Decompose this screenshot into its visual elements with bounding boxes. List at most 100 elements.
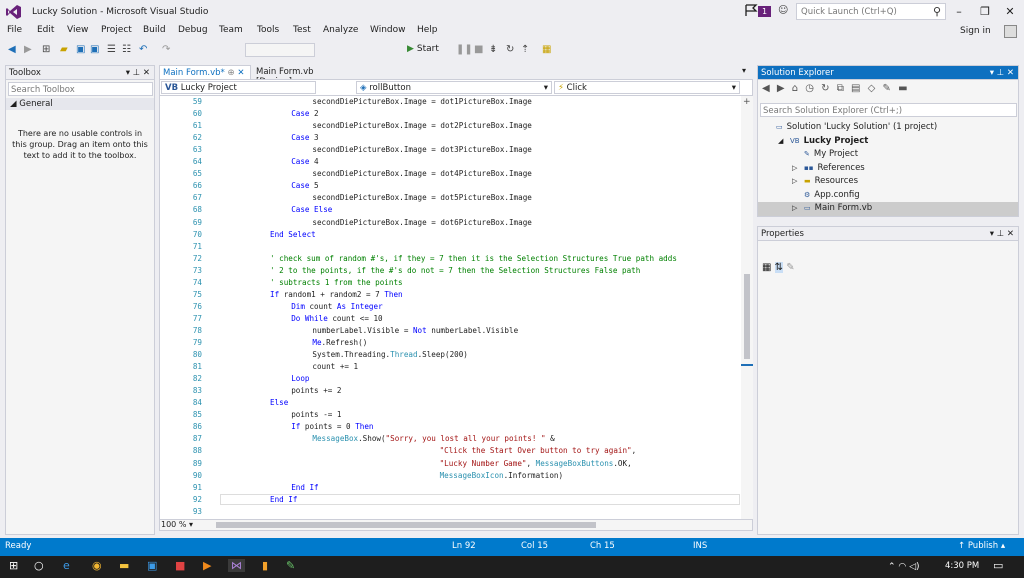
tab-main-form-design[interactable]: Main Form.vb [Design]	[253, 65, 353, 87]
tree-item[interactable]: ▷ ▪▪ References	[792, 163, 865, 173]
windows-start-icon[interactable]: ⊞	[9, 559, 18, 572]
line-number: 65	[192, 169, 202, 179]
zoom-level-select[interactable]: 100 % ▾	[161, 520, 203, 530]
menu-view[interactable]: View	[67, 25, 88, 35]
tree-item[interactable]: ▭ Solution 'Lucky Solution' (1 project)	[764, 122, 937, 132]
sign-in-link[interactable]: Sign in	[960, 26, 991, 36]
uncomment-icon[interactable]: ☷	[122, 44, 131, 55]
menu-tools[interactable]: Tools	[257, 25, 279, 35]
code-line: ' subtracts 1 from the points	[270, 278, 403, 287]
pause-icon[interactable]: ❚❚	[456, 44, 473, 55]
open-folder-icon[interactable]: ▰	[60, 44, 68, 55]
tree-item[interactable]: ▷ ▭ Main Form.vb	[792, 203, 872, 213]
close-button[interactable]: ✕	[999, 3, 1021, 21]
close-icon[interactable]: ✕	[237, 68, 244, 78]
split-icon[interactable]: +	[743, 97, 751, 107]
tree-item[interactable]: ◢ VB Lucky Project	[778, 136, 868, 146]
new-project-icon[interactable]: ⊞	[42, 44, 50, 55]
toolbox-search-input[interactable]: Search Toolbox	[8, 82, 153, 96]
toolbox-group-general[interactable]: ◢ General	[6, 98, 154, 110]
visual-studio-taskbar-icon[interactable]: ⋈	[228, 559, 245, 572]
menu-help[interactable]: Help	[417, 25, 438, 35]
code-token: secondDiePictureBox.Image = dot1PictureB…	[312, 97, 532, 106]
solution-explorer-title: Solution Explorer	[761, 68, 834, 78]
object-dropdown-value: rollButton	[369, 83, 411, 93]
solution-configuration-select[interactable]	[245, 43, 315, 57]
pin-close-icon[interactable]: ▾ ⊥ ✕	[990, 229, 1014, 239]
line-number: 89	[192, 458, 202, 468]
code-editor[interactable]: 59 60 61 62 63 64 65 66 67 68 69 70 71 72 73 74 75 76 77 78…	[159, 96, 753, 519]
pin-close-icon[interactable]: ▾ ⊥ ✕	[126, 68, 150, 78]
menu-analyze[interactable]: Analyze	[323, 25, 358, 35]
expander-icon[interactable]: ▷	[792, 164, 804, 172]
file-explorer-icon[interactable]: ▬	[119, 559, 129, 572]
vertical-scroll-thumb[interactable]	[744, 274, 750, 359]
undo-icon[interactable]: ↶	[139, 44, 147, 55]
tree-item[interactable]: ⚙ App.config	[792, 190, 860, 200]
menu-test[interactable]: Test	[293, 25, 311, 35]
app-icon[interactable]: ■	[175, 559, 185, 572]
expander-icon[interactable]: ◢	[778, 137, 790, 145]
code-token: .Refresh()	[321, 338, 368, 347]
solution-explorer-search-input[interactable]: Search Solution Explorer (Ctrl+;)	[760, 103, 1017, 117]
object-dropdown[interactable]: ◈ rollButton ▾	[356, 81, 552, 94]
comment-icon[interactable]: ☰	[107, 44, 116, 55]
paint-icon[interactable]: ✎	[286, 559, 295, 572]
action-center-icon[interactable]: ▭	[993, 559, 1003, 572]
step-over-icon[interactable]: ↻	[506, 44, 514, 55]
menu-team[interactable]: Team	[219, 25, 243, 35]
vertical-scrollbar[interactable]: +	[741, 96, 753, 519]
tree-item[interactable]: ✎ My Project	[792, 149, 858, 159]
tab-list-dropdown-icon[interactable]: ▾	[742, 66, 746, 75]
edge-icon[interactable]: e	[63, 559, 70, 572]
code-token: Case	[291, 181, 310, 191]
pin-close-icon[interactable]: ▾ ⊥ ✕	[990, 68, 1014, 78]
minimize-button[interactable]: –	[948, 3, 970, 21]
breakpoint-window-icon[interactable]: ▦	[542, 44, 551, 55]
quick-launch-input[interactable]: Quick Launch (Ctrl+Q) ⚲	[796, 3, 946, 20]
alphabetical-icon[interactable]: ⇅	[774, 262, 784, 273]
redo-icon[interactable]: ↷	[162, 44, 170, 55]
quick-launch-placeholder: Quick Launch (Ctrl+Q)	[801, 7, 897, 17]
expander-icon[interactable]: ▷	[792, 204, 804, 212]
menu-build[interactable]: Build	[143, 25, 166, 35]
menu-file[interactable]: File	[7, 25, 22, 35]
media-icon[interactable]: ▶	[203, 559, 211, 572]
menu-window[interactable]: Window	[370, 25, 406, 35]
tab-main-form-code[interactable]: Main Form.vb* ⊕ ✕	[159, 65, 251, 79]
start-button[interactable]: ▶ Start	[407, 44, 439, 54]
expander-icon[interactable]: ▷	[792, 177, 804, 185]
forward-icon[interactable]: ▶	[24, 44, 32, 55]
publish-button[interactable]: ↑ Publish ▴	[958, 541, 1005, 551]
horizontal-scroll-thumb[interactable]	[216, 522, 596, 528]
line-number: 77	[192, 313, 202, 323]
restore-button[interactable]: ❐	[974, 3, 996, 21]
save-icon[interactable]: ▣	[76, 44, 85, 55]
step-into-icon[interactable]: ⇟	[489, 44, 497, 55]
chrome-icon[interactable]: ◉	[92, 559, 102, 572]
save-all-icon[interactable]: ▣	[90, 44, 99, 55]
back-icon[interactable]: ◀	[8, 44, 16, 55]
menu-project[interactable]: Project	[101, 25, 132, 35]
step-out-icon[interactable]: ⇡	[521, 44, 529, 55]
menu-edit[interactable]: Edit	[37, 25, 54, 35]
solution-explorer-toolbar[interactable]: ◀ ▶ ⌂ ◷ ↻ ⧉ ▤ ◇ ✎ ▬	[762, 83, 910, 94]
notification-flag-icon[interactable]	[744, 4, 758, 17]
notes-icon[interactable]: ▮	[262, 559, 268, 572]
code-line: End If	[291, 483, 318, 492]
store-icon[interactable]: ▣	[147, 559, 157, 572]
notification-count-badge[interactable]: 1	[758, 6, 771, 17]
event-dropdown[interactable]: ⚡ Click ▾	[554, 81, 740, 94]
properties-toolbar[interactable]: ▦ ⇅ ✎	[762, 262, 795, 273]
categorized-icon[interactable]: ▦	[762, 262, 771, 273]
feedback-icon[interactable]: ☺	[778, 5, 788, 16]
tree-item[interactable]: ▷ ▬ Resources	[792, 176, 858, 186]
code-token: secondDiePictureBox.Image = dot2PictureB…	[312, 121, 532, 131]
avatar[interactable]	[1004, 25, 1017, 38]
project-dropdown[interactable]: VB Lucky Project	[161, 81, 316, 94]
menu-debug[interactable]: Debug	[178, 25, 208, 35]
property-pages-icon[interactable]: ✎	[786, 262, 794, 273]
system-tray-icons[interactable]: ⌃ ◠ ◁)	[888, 562, 920, 572]
stop-icon[interactable]: ■	[474, 44, 483, 55]
cortana-icon[interactable]: ○	[34, 559, 44, 572]
